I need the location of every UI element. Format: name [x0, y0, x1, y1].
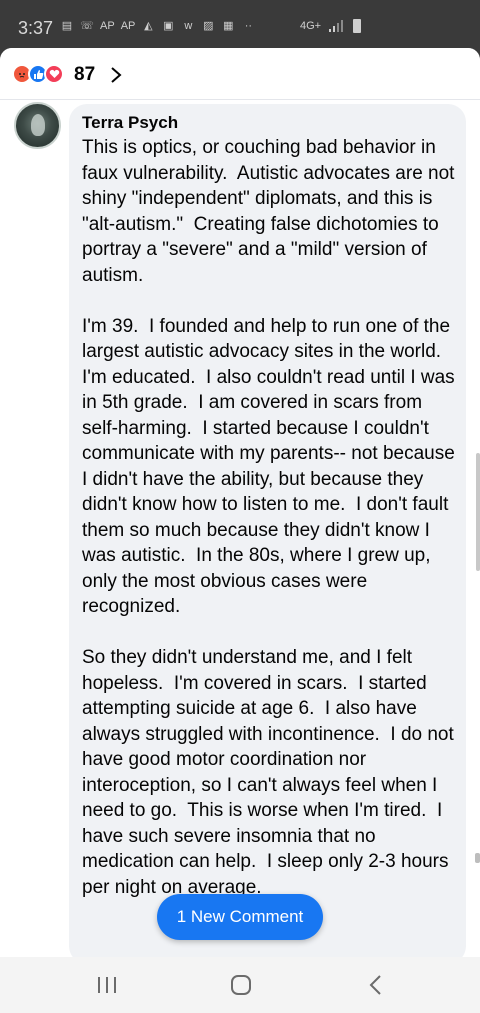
scrollbar-thumb[interactable]	[476, 453, 480, 571]
notification-icons: ▤ ☏ AP AP ◭ ▣ w ▨ ▦ ··	[60, 19, 255, 33]
reaction-count[interactable]: 87	[74, 64, 95, 86]
signal-icon	[329, 20, 344, 32]
home-icon[interactable]	[221, 971, 261, 999]
more-dots-icon: ··	[244, 19, 253, 32]
love-reaction-icon	[44, 64, 64, 84]
system-nav-bar	[0, 957, 480, 1013]
new-comment-button[interactable]: 1 New Comment	[157, 894, 323, 940]
avatar[interactable]	[14, 102, 61, 149]
gallery-icon: ▣	[163, 20, 174, 32]
back-icon[interactable]	[356, 971, 396, 999]
status-right: 4G+	[300, 19, 362, 33]
status-time: 3:37	[18, 18, 54, 38]
calendar-icon: ▦	[223, 20, 234, 32]
webtoon-icon: w	[184, 19, 193, 32]
reaction-icons	[12, 64, 74, 84]
image-icon: ▨	[203, 20, 214, 32]
message-icon: ▤	[61, 20, 73, 32]
missed-call-icon: ☏	[80, 20, 94, 32]
photos-icon: ◭	[144, 20, 153, 32]
ap-news-icon: AP	[100, 19, 115, 32]
scrollbar-marker	[475, 853, 480, 863]
comments-sheet: 87 Terra Psych This is optics, or couchi…	[0, 48, 480, 957]
network-label: 4G+	[300, 20, 322, 32]
recent-apps-icon[interactable]	[87, 971, 127, 999]
reactions-bar[interactable]: 87	[0, 48, 480, 100]
ap-news-icon: AP	[120, 19, 136, 32]
comment-author[interactable]: Terra Psych	[82, 113, 178, 133]
status-bar: 3:37 ▤ ☏ AP AP ◭ ▣ w ▨ ▦ ·· 4G+	[0, 0, 480, 48]
comment-text: This is optics, or couching bad behavior…	[82, 137, 455, 898]
comment-bubble[interactable]: Terra Psych This is optics, or couching …	[69, 104, 466, 957]
chevron-right-icon[interactable]	[109, 66, 123, 84]
battery-icon	[353, 19, 362, 33]
